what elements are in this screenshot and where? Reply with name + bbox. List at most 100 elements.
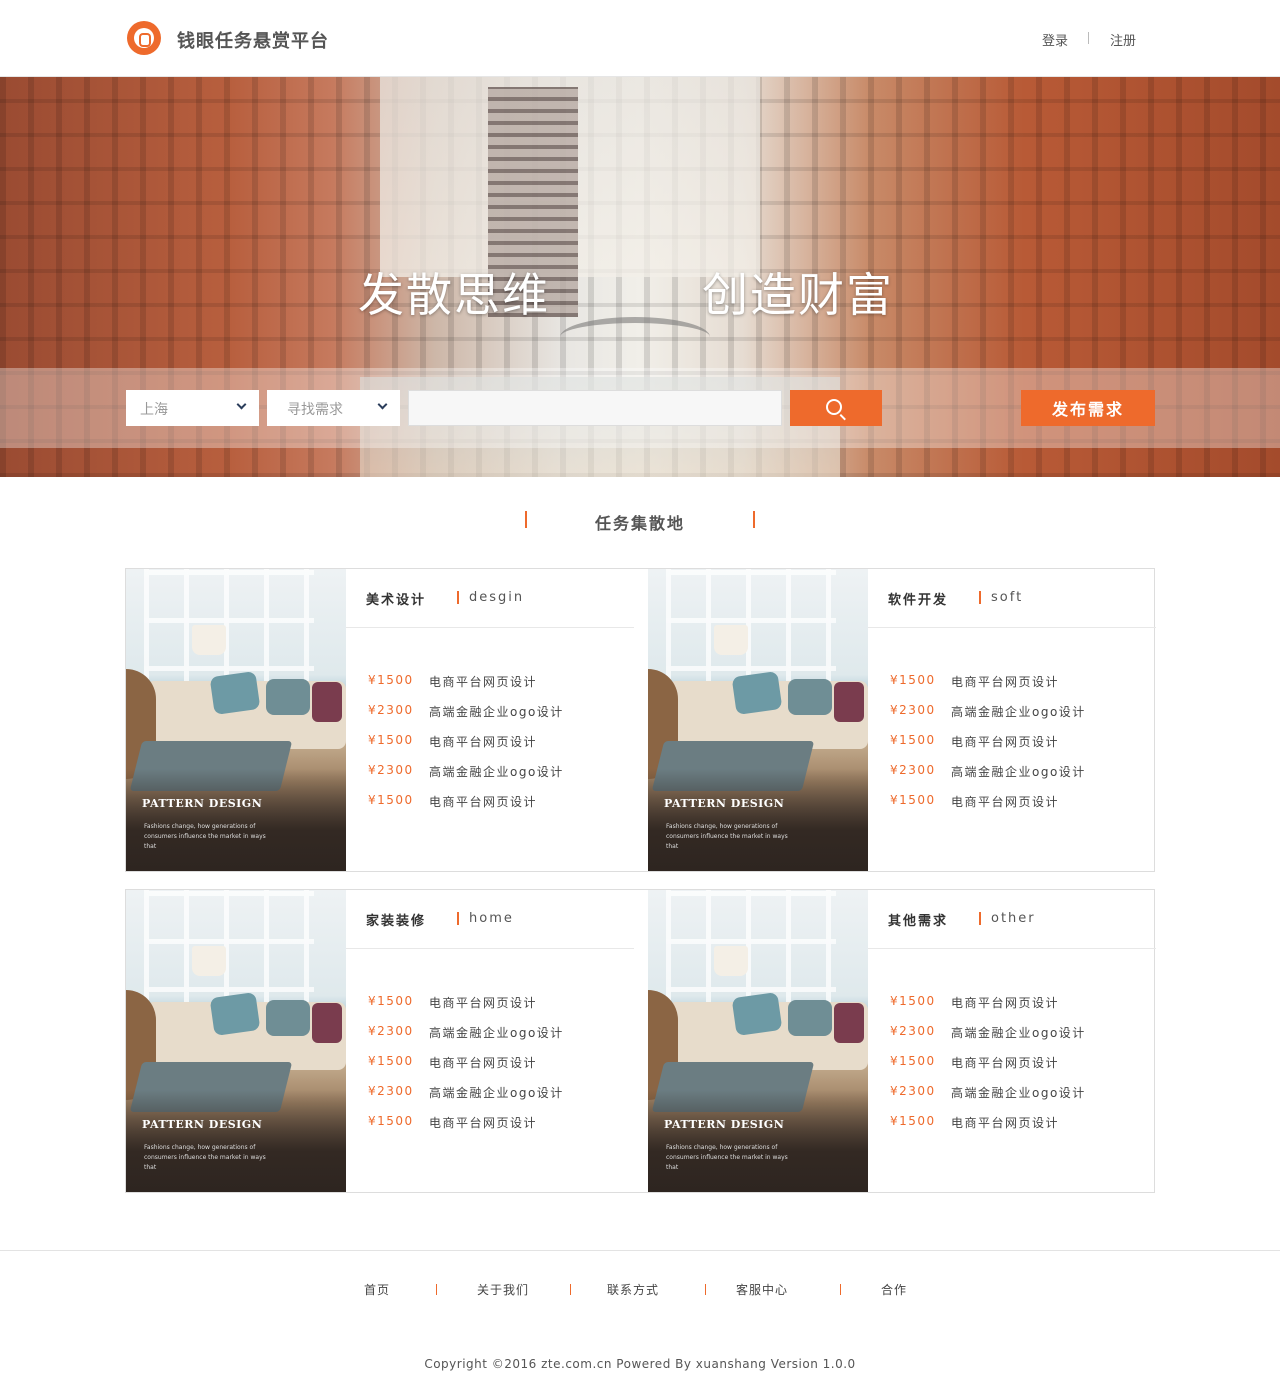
hero-banner: 发散思维 创造财富 上海 寻找需求 发布需求 [0,77,1280,477]
category-name[interactable]: 其他需求 [888,910,948,929]
auth-divider [1088,32,1089,44]
task-item[interactable]: ¥1500 电商平台网页设计 [890,673,1150,703]
task-name: 电商平台网页设计 [951,675,1060,689]
category-image[interactable]: PATTERN DESIGN Fashions change, how gene… [648,890,868,1192]
chevron-down-icon [236,399,247,410]
logo-icon[interactable] [127,21,161,55]
task-price: ¥1500 [368,733,414,747]
task-name: 电商平台网页设计 [429,675,538,689]
image-title: PATTERN DESIGN [664,1118,785,1131]
task-item[interactable]: ¥1500 电商平台网页设计 [368,673,628,703]
task-price: ¥1500 [890,793,936,807]
category-card: PATTERN DESIGN Fashions change, how gene… [126,569,634,871]
category-accent [457,912,459,925]
task-price: ¥1500 [368,994,414,1008]
category-accent [457,591,459,604]
task-price: ¥2300 [368,763,414,777]
category-name-en: home [469,911,514,926]
category-row: PATTERN DESIGN Fashions change, how gene… [125,889,1156,1193]
task-item[interactable]: ¥1500 电商平台网页设计 [890,793,1150,823]
slogan-right: 创造财富 [702,268,894,322]
category-name-en: other [991,911,1036,926]
task-name: 高端金融企业ogo设计 [429,705,564,719]
city-select[interactable]: 上海 [126,390,259,426]
task-name: 电商平台网页设计 [429,1116,538,1130]
task-name: 电商平台网页设计 [951,735,1060,749]
category-accent [979,912,981,925]
task-item[interactable]: ¥1500 电商平台网页设计 [368,994,628,1024]
site-title[interactable]: 钱眼任务悬赏平台 [177,27,329,53]
footer-link-contact[interactable]: 联系方式 [607,1281,659,1298]
task-item[interactable]: ¥1500 电商平台网页设计 [368,793,628,823]
task-price: ¥1500 [368,1054,414,1068]
category-row: PATTERN DESIGN Fashions change, how gene… [125,568,1156,872]
category-name-en: soft [991,590,1024,605]
task-list: ¥1500 电商平台网页设计 ¥2300 高端金融企业ogo设计 ¥1500 电商平台… [368,994,628,1144]
task-price: ¥2300 [368,703,414,717]
task-name: 电商平台网页设计 [429,1056,538,1070]
task-item[interactable]: ¥2300 高端金融企业ogo设计 [890,763,1150,793]
category-name[interactable]: 家装装修 [366,910,426,929]
task-list: ¥1500 电商平台网页设计 ¥2300 高端金融企业ogo设计 ¥1500 电商平台… [368,673,628,823]
need-select[interactable]: 寻找需求 [267,390,400,426]
footer-divider [0,1250,1280,1251]
task-item[interactable]: ¥1500 电商平台网页设计 [890,1114,1150,1144]
footer-link-partner[interactable]: 合作 [881,1281,907,1298]
task-item[interactable]: ¥2300 高端金融企业ogo设计 [368,1084,628,1114]
task-item[interactable]: ¥2300 高端金融企业ogo设计 [890,1024,1150,1054]
category-card: PATTERN DESIGN Fashions change, how gene… [648,569,1156,871]
task-name: 电商平台网页设计 [951,1116,1060,1130]
image-caption: Fashions change, how generations of cons… [144,1144,266,1171]
search-button[interactable] [790,390,882,426]
task-item[interactable]: ¥2300 高端金融企业ogo设计 [368,1024,628,1054]
task-name: 电商平台网页设计 [429,996,538,1010]
footer-link-service[interactable]: 客服中心 [736,1281,788,1298]
task-item[interactable]: ¥1500 电商平台网页设计 [890,994,1150,1024]
image-caption: Fashions change, how generations of cons… [666,1144,788,1171]
auth-links: 登录 注册 [1042,30,1136,49]
task-item[interactable]: ¥1500 电商平台网页设计 [368,1054,628,1084]
category-accent [979,591,981,604]
title-accent-right [753,511,755,528]
publish-request-button[interactable]: 发布需求 [1021,390,1155,426]
register-link[interactable]: 注册 [1110,30,1136,49]
task-item[interactable]: ¥2300 高端金融企业ogo设计 [368,763,628,793]
footer-separator [570,1284,571,1295]
task-price: ¥1500 [368,1114,414,1128]
footer-link-home[interactable]: 首页 [364,1281,390,1298]
banner-bridge [560,317,710,357]
category-name[interactable]: 软件开发 [888,589,948,608]
category-header: 美术设计 desgin [346,569,634,628]
task-name: 电商平台网页设计 [951,1056,1060,1070]
task-price: ¥1500 [368,673,414,687]
task-item[interactable]: ¥1500 电商平台网页设计 [368,733,628,763]
section-title: 任务集散地 [594,514,685,533]
footer-link-about[interactable]: 关于我们 [477,1281,529,1298]
task-name: 高端金融企业ogo设计 [429,1086,564,1100]
city-select-value: 上海 [140,402,168,418]
task-name: 高端金融企业ogo设计 [429,765,564,779]
task-price: ¥1500 [890,1054,936,1068]
task-name: 高端金融企业ogo设计 [951,1026,1086,1040]
image-caption: Fashions change, how generations of cons… [666,823,788,850]
category-image[interactable]: PATTERN DESIGN Fashions change, how gene… [126,569,346,871]
task-item[interactable]: ¥2300 高端金融企业ogo设计 [890,1084,1150,1114]
category-card: PATTERN DESIGN Fashions change, how gene… [648,890,1156,1192]
task-item[interactable]: ¥2300 高端金融企业ogo设计 [890,703,1150,733]
search-input[interactable] [408,390,782,426]
task-item[interactable]: ¥1500 电商平台网页设计 [368,1114,628,1144]
task-name: 高端金融企业ogo设计 [951,765,1086,779]
image-title: PATTERN DESIGN [142,1118,263,1131]
category-image[interactable]: PATTERN DESIGN Fashions change, how gene… [126,890,346,1192]
task-item[interactable]: ¥2300 高端金融企业ogo设计 [368,703,628,733]
task-price: ¥2300 [890,1084,936,1098]
category-image[interactable]: PATTERN DESIGN Fashions change, how gene… [648,569,868,871]
task-price: ¥2300 [368,1024,414,1038]
category-name-en: desgin [469,590,525,605]
category-name[interactable]: 美术设计 [366,589,426,608]
need-select-value: 寻找需求 [287,402,343,418]
login-link[interactable]: 登录 [1042,34,1068,49]
task-item[interactable]: ¥1500 电商平台网页设计 [890,1054,1150,1084]
task-item[interactable]: ¥1500 电商平台网页设计 [890,733,1150,763]
image-title: PATTERN DESIGN [142,797,263,810]
